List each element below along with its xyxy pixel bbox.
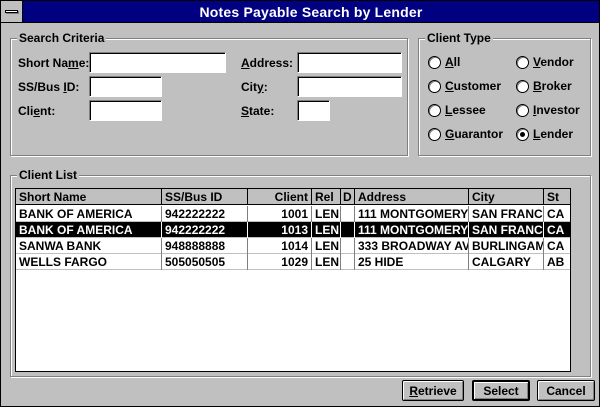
column-header-rel[interactable]: Rel [312,189,341,205]
cell-rel: LEN [312,238,341,254]
column-header-st[interactable]: St [544,189,570,205]
cell-short-name: SANWA BANK [16,238,162,254]
cell-address: 111 MONTGOMERY [355,222,469,238]
cell-ssbus-id: 505050505 [162,254,248,270]
cell-rel: LEN [312,206,341,222]
select-button[interactable]: Select [472,380,530,401]
radio-broker[interactable]: Broker [516,79,572,93]
city-label: City: [241,80,268,94]
cell-short-name: BANK OF AMERICA [16,222,162,238]
short-name-input[interactable] [89,52,226,73]
radio-lender-indicator[interactable] [516,127,529,141]
radio-vendor-indicator[interactable] [516,55,529,69]
retrieve-button[interactable]: Retrieve [402,380,464,401]
cell-d [341,254,355,270]
cell-st: CA [547,223,565,237]
cell-city: SAN FRANC [469,222,544,238]
radio-all-label: All [445,55,461,69]
ssbus-id-label: SS/Bus ID: [18,80,80,94]
city-input[interactable] [297,76,402,97]
cell-d [341,238,355,254]
table-row[interactable]: SANWA BANK 948888888 1014 LEN 333 BROADW… [16,238,570,254]
cell-ssbus-id: 942222222 [162,206,248,222]
state-input[interactable] [297,100,330,121]
radio-lessee-indicator[interactable] [428,103,441,117]
client-list-header: Short Name SS/Bus ID Client Rel D Addres… [16,189,570,205]
cell-st: CA [547,207,565,221]
table-row-selected[interactable]: BANK OF AMERICA 942222222 1013 LEN 111 M… [16,222,570,238]
cell-d [341,206,355,222]
radio-guarantor[interactable]: Guarantor [428,127,503,141]
radio-investor-indicator[interactable] [516,103,529,117]
cell-client: 1001 [248,206,312,222]
client-type-legend: Client Type [425,31,493,45]
cell-city: CALGARY [469,254,544,270]
client-label: Client: [18,104,56,118]
column-header-address[interactable]: Address [355,189,469,205]
column-header-d[interactable]: D [341,189,355,205]
cell-city: BURLINGAM [469,238,544,254]
radio-customer-label: Customer [445,79,502,93]
cell-short-name: BANK OF AMERICA [16,206,162,222]
cell-st: CA [547,239,565,253]
state-label: State: [241,104,275,118]
cell-st: AB [547,255,565,269]
cell-address: 333 BROADWAY AV [355,238,469,254]
client-list-grid[interactable]: Short Name SS/Bus ID Client Rel D Addres… [15,188,571,372]
short-name-label: Short Name: [18,56,90,70]
radio-lessee[interactable]: Lessee [428,103,486,117]
cell-d [341,222,355,238]
radio-customer-indicator[interactable] [428,79,441,93]
client-list-legend: Client List [17,168,80,182]
title-bar: Notes Payable Search by Lender [1,1,599,23]
ssbus-id-input[interactable] [89,76,162,97]
radio-investor[interactable]: Investor [516,103,580,117]
column-header-ssbus-id[interactable]: SS/Bus ID [162,189,248,205]
column-header-short-name[interactable]: Short Name [16,189,162,205]
client-input[interactable] [89,100,162,121]
cell-short-name: WELLS FARGO [16,254,162,270]
search-criteria-legend: Search Criteria [17,31,107,45]
column-header-client[interactable]: Client [248,189,312,205]
radio-guarantor-label: Guarantor [445,127,504,141]
radio-broker-indicator[interactable] [516,79,529,93]
retrieve-button-label: etrieve [417,383,457,398]
cell-address: 25 HIDE [355,254,469,270]
radio-investor-label: Investor [533,103,580,117]
cell-rel: LEN [312,254,341,270]
cancel-button[interactable]: Cancel [537,380,595,401]
radio-customer[interactable]: Customer [428,79,501,93]
cell-client: 1029 [248,254,312,270]
table-row[interactable]: WELLS FARGO 505050505 1029 LEN 25 HIDE C… [16,254,570,270]
radio-vendor[interactable]: Vendor [516,55,574,69]
table-row[interactable]: BANK OF AMERICA 942222222 1001 LEN 111 M… [16,206,570,222]
window-title: Notes Payable Search by Lender [199,4,423,20]
cell-city: SAN FRANC [469,206,544,222]
cell-ssbus-id: 948888888 [162,238,248,254]
cell-rel: LEN [312,222,341,238]
radio-broker-label: Broker [533,79,572,93]
system-menu-button[interactable] [1,1,23,22]
radio-lessee-label: Lessee [445,103,486,117]
radio-vendor-label: Vendor [533,55,574,69]
address-label: Address: [241,56,294,70]
radio-lender-label: Lender [533,127,574,141]
radio-lender[interactable]: Lender [516,127,573,141]
address-input[interactable] [297,52,402,73]
column-header-city[interactable]: City [469,189,544,205]
system-menu-icon [5,10,18,13]
cell-ssbus-id: 942222222 [162,222,248,238]
cell-client: 1014 [248,238,312,254]
cell-client: 1013 [248,222,312,238]
radio-guarantor-indicator[interactable] [428,127,441,141]
cell-address: 111 MONTGOMERY [355,206,469,222]
notes-payable-search-window: Notes Payable Search by Lender Search Cr… [0,0,600,407]
radio-all[interactable]: All [428,55,460,69]
radio-all-indicator[interactable] [428,55,441,69]
retrieve-button-mnemonic: R [409,383,418,398]
